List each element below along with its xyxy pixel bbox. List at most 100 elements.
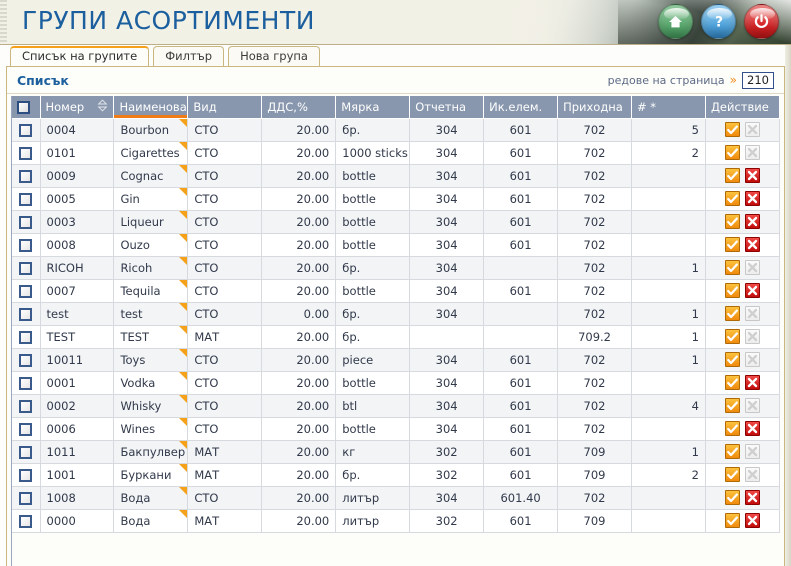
column-header-number[interactable]: Номер: [40, 96, 115, 119]
table-row[interactable]: RICOH Ricoh СТО 20.00 бр. 304 702 1: [12, 256, 780, 280]
row-select-cell[interactable]: [12, 394, 41, 418]
row-checkbox[interactable]: [19, 514, 33, 528]
edit-check-icon[interactable]: [724, 444, 740, 459]
table-row[interactable]: 0004 Bourbon СТО 20.00 бр. 304 601 702 5: [12, 118, 780, 142]
row-select-cell[interactable]: [12, 302, 41, 326]
edit-check-icon[interactable]: [724, 490, 740, 505]
edit-check-icon[interactable]: [724, 306, 740, 321]
row-select-cell[interactable]: [12, 256, 41, 280]
column-header-count[interactable]: # *: [631, 96, 706, 119]
edit-check-icon[interactable]: [724, 145, 740, 160]
table-row[interactable]: 1001 Буркани МАТ 20.00 бр. 302 601 709 2: [12, 463, 780, 487]
row-checkbox[interactable]: [19, 261, 33, 275]
edit-check-icon[interactable]: [724, 467, 740, 482]
table-row[interactable]: 0101 Cigarettes СТО 20.00 1000 sticks 304 601 7…: [12, 141, 780, 165]
row-select-cell[interactable]: [12, 187, 41, 211]
row-select-cell[interactable]: [12, 509, 41, 533]
row-select-cell[interactable]: [12, 164, 41, 188]
row-checkbox[interactable]: [19, 468, 33, 482]
delete-x-icon[interactable]: [744, 237, 760, 252]
edit-check-icon[interactable]: [724, 168, 740, 183]
home-icon[interactable]: [658, 4, 693, 39]
column-header-income[interactable]: Приходна: [557, 96, 632, 119]
column-header-kind[interactable]: Вид: [187, 96, 263, 119]
edit-check-icon[interactable]: [724, 191, 740, 206]
tab-filter[interactable]: Филтър: [153, 46, 225, 66]
row-select-cell[interactable]: [12, 233, 41, 257]
edit-check-icon[interactable]: [724, 329, 740, 344]
row-select-cell[interactable]: [12, 210, 41, 234]
delete-x-icon[interactable]: [744, 513, 760, 528]
row-checkbox[interactable]: [19, 192, 33, 206]
row-select-cell[interactable]: [12, 440, 41, 464]
edit-check-icon[interactable]: [724, 237, 740, 252]
row-checkbox[interactable]: [19, 353, 33, 367]
table-row[interactable]: 0006 Wines СТО 20.00 bottle 304 601 702: [12, 417, 780, 441]
row-checkbox[interactable]: [19, 399, 33, 413]
row-checkbox[interactable]: [19, 284, 33, 298]
table-row[interactable]: 1008 Вода СТО 20.00 литър 304 601.40 702: [12, 486, 780, 510]
row-checkbox[interactable]: [19, 445, 33, 459]
table-row[interactable]: 10011 Toys СТО 20.00 piece 304 601 702 1: [12, 348, 780, 372]
delete-x-icon[interactable]: [744, 168, 760, 183]
column-header-unit[interactable]: Мярка: [335, 96, 411, 119]
row-checkbox[interactable]: [19, 330, 33, 344]
row-select-cell[interactable]: [12, 325, 41, 349]
delete-x-icon[interactable]: [744, 490, 760, 505]
sort-arrows-icon[interactable]: [97, 99, 108, 115]
edit-check-icon[interactable]: [724, 260, 740, 275]
row-select-cell[interactable]: [12, 348, 41, 372]
delete-x-icon[interactable]: [744, 283, 760, 298]
power-icon[interactable]: [744, 4, 779, 39]
table-row[interactable]: test test СТО 0.00 бр. 304 702 1: [12, 302, 780, 326]
delete-x-icon[interactable]: [744, 214, 760, 229]
edit-check-icon[interactable]: [724, 513, 740, 528]
column-header-economic-element[interactable]: Ик.елем.: [483, 96, 559, 119]
edit-check-icon[interactable]: [724, 122, 740, 137]
column-header-select-all[interactable]: [12, 96, 41, 119]
row-checkbox[interactable]: [19, 146, 33, 160]
edit-check-icon[interactable]: [724, 283, 740, 298]
table-row[interactable]: 1011 Бакпулвер МАТ 20.00 кг 302 601 709 1: [12, 440, 780, 464]
row-select-cell[interactable]: [12, 486, 41, 510]
column-header-vat[interactable]: ДДС,%: [261, 96, 337, 119]
table-row[interactable]: 0003 Liqueur СТО 20.00 bottle 304 601 702: [12, 210, 780, 234]
row-select-cell[interactable]: [12, 279, 41, 303]
row-select-cell[interactable]: [12, 463, 41, 487]
edit-check-icon[interactable]: [724, 375, 740, 390]
table-row[interactable]: 0007 Tequila СТО 20.00 bottle 304 601 702: [12, 279, 780, 303]
table-row[interactable]: 0008 Ouzo СТО 20.00 bottle 304 601 702: [12, 233, 780, 257]
table-row[interactable]: 0000 Вода МАТ 20.00 литър 302 601 709: [12, 509, 780, 533]
row-checkbox[interactable]: [19, 123, 33, 137]
row-checkbox[interactable]: [19, 238, 33, 252]
edit-check-icon[interactable]: [724, 352, 740, 367]
row-checkbox[interactable]: [19, 215, 33, 229]
row-checkbox[interactable]: [19, 307, 33, 321]
table-row[interactable]: 0002 Whisky СТО 20.00 btl 304 601 702 4: [12, 394, 780, 418]
row-select-cell[interactable]: [12, 417, 41, 441]
table-row[interactable]: 0005 Gin СТО 20.00 bottle 304 601 702: [12, 187, 780, 211]
chevron-right-icon[interactable]: »: [730, 73, 737, 87]
delete-x-icon[interactable]: [744, 191, 760, 206]
delete-x-icon[interactable]: [744, 421, 760, 436]
row-select-cell[interactable]: [12, 118, 41, 142]
column-header-name[interactable]: Наименование: [113, 96, 224, 119]
tab-new-group[interactable]: Нова група: [228, 46, 320, 66]
table-row[interactable]: 0001 Vodka СТО 20.00 bottle 304 601 702: [12, 371, 780, 395]
edit-check-icon[interactable]: [724, 398, 740, 413]
edit-check-icon[interactable]: [724, 214, 740, 229]
table-row[interactable]: TEST TEST МАТ 20.00 бр. 709.2 1: [12, 325, 780, 349]
table-row[interactable]: 0009 Cognac СТО 20.00 bottle 304 601 702: [12, 164, 780, 188]
help-icon[interactable]: ?: [701, 4, 736, 39]
tab-group-list[interactable]: Списък на групите: [10, 46, 150, 66]
edit-check-icon[interactable]: [724, 421, 740, 436]
row-checkbox[interactable]: [19, 169, 33, 183]
row-checkbox[interactable]: [19, 376, 33, 390]
row-checkbox[interactable]: [19, 491, 33, 505]
select-all-checkbox[interactable]: [17, 100, 30, 114]
grid-scroll-area[interactable]: Номер Наименование Вид ДДС,% Мярка Отчет…: [11, 96, 780, 566]
column-header-account[interactable]: Отчетна: [409, 96, 485, 119]
delete-x-icon[interactable]: [744, 375, 760, 390]
rows-per-page-input[interactable]: [742, 71, 774, 89]
row-select-cell[interactable]: [12, 141, 41, 165]
